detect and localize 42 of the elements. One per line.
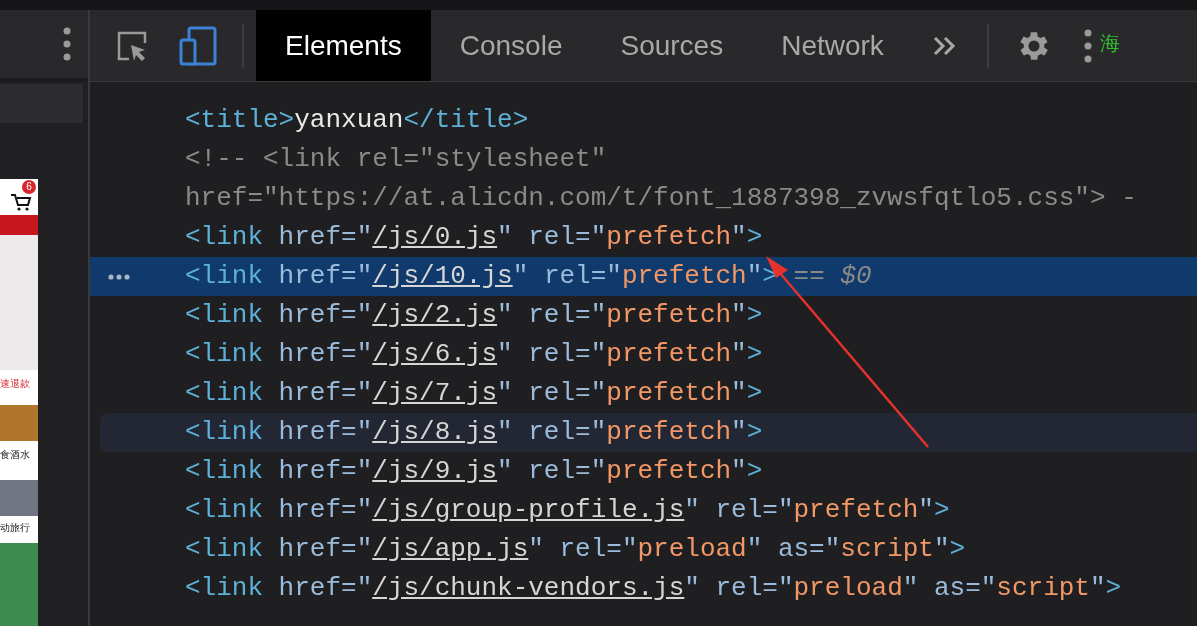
device-toolbar-icon[interactable]: [179, 25, 217, 66]
devtools-tab[interactable]: Sources: [591, 10, 753, 81]
more-options-icon[interactable]: [1083, 28, 1092, 63]
code-line: <link href="/js/2.js" rel="prefetch">: [185, 299, 763, 332]
code-line: <link href="/js/app.js" rel="preload" as="script">: [185, 533, 966, 566]
dom-node-row[interactable]: <link href="/js/9.js" rel="prefetch">: [90, 452, 1197, 491]
more-options-icon[interactable]: [63, 27, 71, 61]
more-tabs-icon[interactable]: [932, 35, 957, 56]
photo-placeholder: [0, 480, 38, 516]
code-line: <link href="/js/8.js" rel="prefetch">: [185, 416, 763, 449]
dom-node-row[interactable]: <link href="/js/app.js" rel="preload" as="script">: [90, 530, 1197, 569]
dom-node-row[interactable]: <link href="/js/group-profile.js" rel="prefetch">: [90, 491, 1197, 530]
code-line: href="https://at.alicdn.com/t/font_1887398_zvwsfqtlo5.css"> -: [185, 182, 1137, 215]
dom-node-row[interactable]: <link href="/js/0.js" rel="prefetch">: [90, 218, 1197, 257]
dom-node-row[interactable]: <title>yanxuan</title>: [90, 101, 1197, 140]
dom-node-row[interactable]: <link href="/js/8.js" rel="prefetch">: [100, 413, 1197, 452]
devtools-tab[interactable]: Console: [430, 10, 592, 81]
cart-badge: 6: [22, 180, 36, 194]
ellipsis-icon[interactable]: [108, 273, 130, 280]
dom-node-row[interactable]: href="https://at.alicdn.com/t/font_1887398_zvwsfqtlo5.css"> -: [90, 179, 1197, 218]
category-label: 动旅行: [0, 521, 31, 535]
code-line: <link href="/js/7.js" rel="prefetch">: [185, 377, 763, 410]
code-line: <title>yanxuan</title>: [185, 104, 529, 137]
code-line: <link href="/js/0.js" rel="prefetch">: [185, 221, 763, 254]
dom-node-row[interactable]: <link href="/js/7.js" rel="prefetch">: [90, 374, 1197, 413]
category-label: 食酒水: [0, 448, 31, 462]
devtools-tab[interactable]: Network: [752, 10, 913, 81]
devtools-tab[interactable]: Elements: [256, 10, 431, 81]
code-line: <link href="/js/chunk-vendors.js" rel="preload" as="script">: [185, 572, 1122, 605]
dom-node-row[interactable]: <link href="/js/6.js" rel="prefetch">: [90, 335, 1197, 374]
dom-node-row[interactable]: <!-- <link rel="stylesheet": [90, 140, 1197, 179]
cart-icon[interactable]: [10, 193, 32, 211]
promo-label: 速退款: [0, 377, 31, 391]
promo-banner: [0, 215, 38, 235]
code-line: <link href="/js/6.js" rel="prefetch">: [185, 338, 763, 371]
code-line: <!-- <link rel="stylesheet": [185, 143, 607, 176]
code-line: <link href="/js/9.js" rel="prefetch">: [185, 455, 763, 488]
photo-placeholder: [0, 405, 38, 441]
corner-character: 海: [1099, 31, 1120, 56]
code-line: <link href="/js/group-profile.js" rel="prefetch">: [185, 494, 950, 527]
dom-node-row[interactable]: <link href="/js/chunk-vendors.js" rel="preload" as="script">: [90, 569, 1197, 608]
dom-node-row[interactable]: <link href="/js/2.js" rel="prefetch">: [90, 296, 1197, 335]
